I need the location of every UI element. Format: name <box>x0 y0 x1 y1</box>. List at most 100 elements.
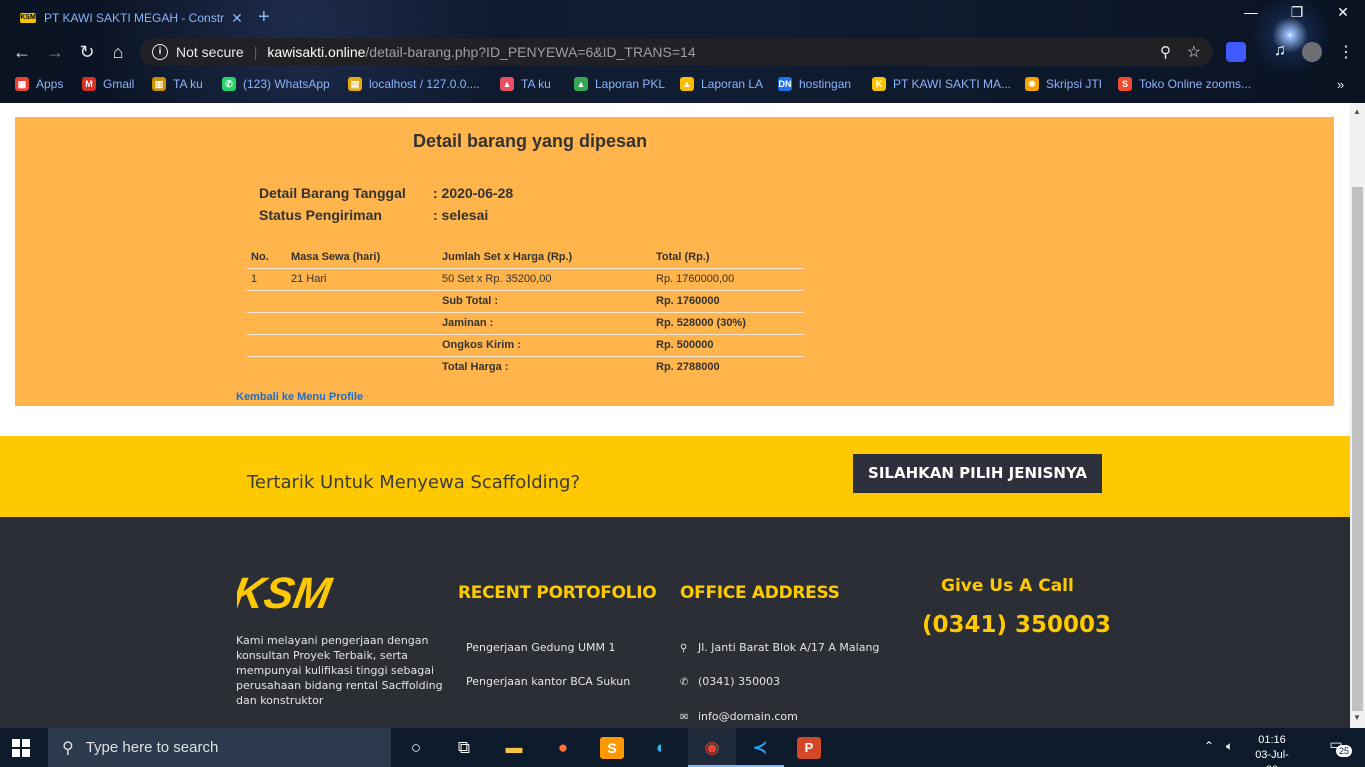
portfolio-link[interactable]: Pengerjaan kantor BCA Sukun <box>466 675 630 688</box>
ksm-icon: K <box>872 77 886 91</box>
address-text: Jl. Janti Barat Blok A/17 A Malang <box>698 641 880 654</box>
cell-no: 1 <box>247 268 287 291</box>
bookmark-item[interactable]: K PT KAWI SAKTI MA... <box>872 74 1011 94</box>
bookmark-item[interactable]: S Toko Online zooms... <box>1118 74 1251 94</box>
bookmark-label: hostingan <box>799 77 852 91</box>
date-label: Detail Barang Tanggal <box>259 185 406 201</box>
summary-value: Rp. 1760000 <box>652 290 804 313</box>
ksm-favicon: KSM <box>20 13 36 23</box>
bookmark-item[interactable]: ▦ Apps <box>15 74 63 94</box>
page-title: Detail barang yang dipesan <box>413 131 648 151</box>
summary-value: Rp. 528000 (30%) <box>652 312 804 335</box>
bookmark-item[interactable]: ✹ Skripsi JTI <box>1025 74 1102 94</box>
drive-icon: ▲ <box>574 77 588 91</box>
portfolio-heading: RECENT PORTOFOLIO <box>458 583 657 603</box>
edge-icon[interactable]: ◐ <box>649 737 673 759</box>
bookmark-item[interactable]: ▤ localhost / 127.0.0.... <box>348 74 480 94</box>
ksm-logo: KSM <box>237 570 336 614</box>
bookmark-label: TA ku <box>521 77 551 91</box>
reload-icon[interactable]: ↻ <box>75 40 99 64</box>
close-tab-icon[interactable]: ✕ <box>228 10 246 27</box>
status-value: : selesai <box>433 207 489 223</box>
vscode-icon[interactable]: ≺ <box>748 737 772 759</box>
home-icon[interactable]: ⌂ <box>106 40 130 64</box>
bookmark-item[interactable]: ▲ Laporan PKL <box>574 74 665 94</box>
firefox-icon[interactable]: ● <box>551 737 575 759</box>
scroll-up-icon[interactable]: ▲ <box>1353 107 1361 116</box>
windows-start-icon[interactable] <box>12 739 30 757</box>
bookmark-item[interactable]: DN hostingan <box>778 74 851 94</box>
menu-kebab-icon[interactable]: ⋮ <box>1336 42 1356 62</box>
chrome-icon[interactable]: ◉ <box>700 737 724 759</box>
extension-search-icon[interactable] <box>1226 42 1246 62</box>
browser-chrome: KSM PT KAWI SAKTI MEGAH - Constr ✕ + — ❐… <box>0 0 1365 103</box>
summary-row-subtotal: Sub Total : Rp. 1760000 <box>247 290 804 313</box>
summary-row-ongkos-kirim: Ongkos Kirim : Rp. 500000 <box>247 334 804 357</box>
zoom-icon[interactable]: ⚲ <box>1160 43 1171 61</box>
profile-avatar[interactable] <box>1302 42 1322 62</box>
email-line: ✉ info@domain.com <box>680 710 798 723</box>
gmail-icon: M <box>82 77 96 91</box>
forward-arrow-icon[interactable]: → <box>43 40 67 64</box>
url-path: /detail-barang.php?ID_PENYEWA=6&ID_TRANS… <box>365 44 696 60</box>
notification-center-icon[interactable]: ▭ 25 <box>1322 737 1353 757</box>
table-header-row: No. Masa Sewa (hari) Jumlah Set x Harga … <box>247 246 804 269</box>
bookmark-label: localhost / 127.0.0.... <box>369 77 480 91</box>
volume-icon[interactable]: 🔈︎ <box>1226 739 1233 754</box>
bookmark-item[interactable]: ✆ (123) WhatsApp <box>222 74 330 94</box>
scrollbar-thumb[interactable] <box>1352 187 1363 711</box>
summary-value: Rp. 500000 <box>652 334 804 357</box>
table-row: 1 21 Hari 50 Set x Rp. 35200,00 Rp. 1760… <box>247 268 804 291</box>
office-heading: OFFICE ADDRESS <box>680 583 840 603</box>
cell-masa-sewa: 21 Hari <box>287 268 438 291</box>
taskbar-search-box[interactable]: ⚲ Type here to search <box>48 728 391 767</box>
bookmark-label: Laporan LA <box>701 77 764 91</box>
more-bookmarks-icon[interactable]: » <box>1337 74 1344 94</box>
col-header-jumlah-harga: Jumlah Set x Harga (Rp.) <box>438 246 652 269</box>
logo-text: KSM <box>237 570 336 614</box>
phpmyadmin-icon: ▤ <box>348 77 362 91</box>
back-to-profile-link[interactable]: Kembali ke Menu Profile <box>236 391 363 403</box>
powerpoint-icon[interactable]: P <box>797 737 821 759</box>
bookmark-item[interactable]: ▲ TA ku <box>500 74 551 94</box>
choose-type-button[interactable]: SILAHKAN PILIH JENISNYA <box>853 454 1102 493</box>
info-icon[interactable]: i <box>152 44 168 60</box>
notification-badge: 25 <box>1336 745 1353 757</box>
cortana-icon[interactable]: ○ <box>404 737 428 759</box>
url-host: kawisakti.online <box>267 44 366 60</box>
portfolio-link[interactable]: Pengerjaan Gedung UMM 1 <box>466 641 615 654</box>
tray-chevron-icon[interactable]: ⌃ <box>1204 739 1214 754</box>
task-view-icon[interactable]: ⧉ <box>452 737 476 759</box>
bookmark-label: TA ku <box>173 77 203 91</box>
bookmark-item[interactable]: M Gmail <box>82 74 134 94</box>
cell-total: Rp. 1760000,00 <box>652 268 804 291</box>
clock-time: 01:16 <box>1258 734 1286 746</box>
restore-icon[interactable]: ❐ <box>1274 4 1320 21</box>
call-number[interactable]: (0341) 350003 <box>922 612 1111 638</box>
bookmark-label: Gmail <box>103 77 135 91</box>
summary-row-jaminan: Jaminan : Rp. 528000 (30%) <box>247 312 804 335</box>
address-line: ⚲ Jl. Janti Barat Blok A/17 A Malang <box>680 641 879 654</box>
scroll-down-icon[interactable]: ▼ <box>1353 713 1361 722</box>
bookmark-label: Laporan PKL <box>595 77 666 91</box>
window-close-icon[interactable]: ✕ <box>1320 4 1365 21</box>
browser-tab[interactable]: KSM PT KAWI SAKTI MEGAH - Constr ✕ <box>8 4 246 32</box>
email-text[interactable]: info@domain.com <box>698 710 798 723</box>
page-scrollbar[interactable]: ▲ ▼ <box>1350 103 1365 728</box>
address-bar[interactable]: i Not secure | kawisakti.online /detail-… <box>140 38 1213 66</box>
bookmark-item[interactable]: ▥ TA ku <box>152 74 203 94</box>
bookmark-star-icon[interactable]: ☆ <box>1187 42 1201 62</box>
sublime-text-icon[interactable]: S <box>600 737 624 759</box>
status-label: Status Pengiriman <box>259 207 382 223</box>
media-control-icon[interactable]: ♫ <box>1270 42 1290 62</box>
tab-title: PT KAWI SAKTI MEGAH - Constr <box>44 11 225 25</box>
date-value: : 2020-06-28 <box>433 185 514 201</box>
back-arrow-icon[interactable]: ← <box>10 40 34 64</box>
minimize-icon[interactable]: — <box>1228 4 1274 20</box>
folder-icon: ▥ <box>152 77 166 91</box>
about-text: Kami melayani pengerjaan dengan konsulta… <box>236 634 443 707</box>
file-explorer-icon[interactable]: ▬ <box>502 737 526 759</box>
bookmark-item[interactable]: ▲ Laporan LA <box>680 74 763 94</box>
new-tab-icon[interactable]: + <box>258 6 270 29</box>
clock[interactable]: 01:16 03-Jul-20 <box>1252 733 1292 767</box>
